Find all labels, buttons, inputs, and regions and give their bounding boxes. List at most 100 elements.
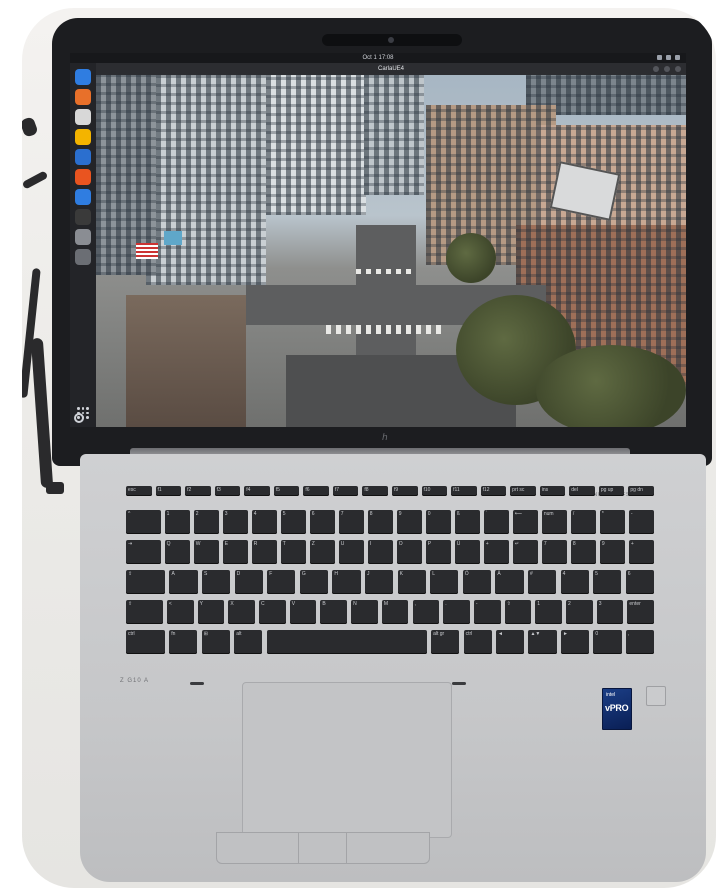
key[interactable]: f11	[451, 486, 477, 496]
key[interactable]: ctrl	[463, 630, 492, 654]
key[interactable]: 6	[625, 570, 654, 594]
key[interactable]: f7	[332, 486, 359, 496]
help-icon[interactable]	[75, 189, 91, 205]
touchpad-middle-button[interactable]	[298, 832, 348, 864]
key[interactable]: #	[527, 570, 557, 594]
touchpad[interactable]	[242, 682, 452, 838]
window-titlebar[interactable]: CarlaUE4	[96, 63, 686, 75]
key[interactable]: ,	[412, 600, 440, 624]
key[interactable]: A	[169, 570, 198, 594]
key[interactable]: 5	[593, 570, 622, 594]
key[interactable]: V	[289, 600, 317, 624]
simulator-window[interactable]: CarlaUE4	[96, 63, 686, 427]
key[interactable]: pg up	[598, 486, 625, 496]
key[interactable]: f3	[214, 486, 241, 496]
key[interactable]: J	[365, 570, 394, 594]
key[interactable]: 0	[425, 510, 451, 534]
city-scene[interactable]	[96, 75, 686, 427]
key[interactable]: alt	[234, 630, 263, 654]
key[interactable]: ►	[560, 630, 590, 654]
volume-icon[interactable]	[666, 55, 671, 60]
key[interactable]	[266, 630, 427, 654]
key[interactable]: 7	[541, 540, 567, 564]
trash-icon[interactable]	[75, 249, 91, 265]
key[interactable]: esc	[126, 486, 152, 496]
close-icon[interactable]	[675, 66, 681, 72]
key[interactable]: ⊞	[201, 630, 230, 654]
key[interactable]: F	[267, 570, 296, 594]
key[interactable]: 4	[251, 510, 277, 534]
key[interactable]: O	[396, 540, 422, 564]
maximize-icon[interactable]	[664, 66, 670, 72]
music-icon[interactable]	[75, 129, 91, 145]
key[interactable]: /	[570, 510, 596, 534]
key[interactable]: ,	[625, 630, 654, 654]
key[interactable]: del	[569, 486, 595, 496]
key[interactable]: 2	[566, 600, 593, 624]
key[interactable]: 5	[280, 510, 306, 534]
key[interactable]: fn	[169, 630, 198, 654]
system-tray[interactable]	[657, 55, 680, 60]
key[interactable]: prt sc	[510, 486, 536, 496]
key[interactable]: ◄	[496, 630, 525, 654]
key[interactable]: ⇪	[126, 570, 166, 594]
key[interactable]: 9	[599, 540, 625, 564]
key[interactable]: 8	[570, 540, 596, 564]
key[interactable]: I	[367, 540, 393, 564]
keyboard[interactable]: esc f1 f2 f3 f4 f5 f6 f7 f8 f9 f10 f11 f12 prt sc ins d…	[126, 486, 654, 668]
key[interactable]: Z	[309, 540, 335, 564]
key[interactable]: Ä	[495, 570, 524, 594]
key[interactable]: N	[351, 600, 378, 624]
key[interactable]: f5	[273, 486, 300, 496]
key[interactable]: ↵	[512, 540, 538, 564]
key[interactable]: X	[228, 600, 255, 624]
key[interactable]: f8	[362, 486, 389, 496]
key[interactable]: f6	[303, 486, 329, 496]
key[interactable]: 0	[593, 630, 622, 654]
key[interactable]: ctrl	[126, 630, 165, 654]
key[interactable]: *	[599, 510, 625, 534]
key[interactable]: f10	[421, 486, 448, 496]
key[interactable]: ^	[126, 510, 161, 534]
key[interactable]: E	[222, 540, 248, 564]
key[interactable]: f2	[185, 486, 211, 496]
key[interactable]: L	[430, 570, 459, 594]
key[interactable]: ⟵	[512, 510, 538, 534]
clock[interactable]: Oct 1 17:08	[70, 53, 686, 63]
key[interactable]: ⇧	[504, 600, 532, 624]
key[interactable]: B	[320, 600, 347, 624]
key[interactable]: K	[397, 570, 426, 594]
key[interactable]: num	[541, 510, 567, 534]
key[interactable]: R	[251, 540, 277, 564]
key[interactable]: Ü	[454, 540, 480, 564]
key[interactable]: +	[483, 540, 509, 564]
key[interactable]: .	[443, 600, 470, 624]
key[interactable]: G	[299, 570, 329, 594]
key[interactable]: S	[202, 570, 231, 594]
key[interactable]: +	[628, 540, 654, 564]
key[interactable]: 2	[193, 510, 219, 534]
key[interactable]: 3	[222, 510, 248, 534]
ubuntu-icon[interactable]	[75, 69, 91, 85]
key[interactable]: pg dn	[628, 486, 654, 496]
key[interactable]: D	[234, 570, 263, 594]
key[interactable]: ⇥	[126, 540, 161, 564]
key[interactable]: C	[259, 600, 286, 624]
key[interactable]: 1	[164, 510, 190, 534]
key[interactable]: <	[166, 600, 194, 624]
network-icon[interactable]	[657, 55, 662, 60]
key[interactable]: ⇧	[126, 600, 163, 624]
key[interactable]: 1	[535, 600, 562, 624]
battery-icon[interactable]	[675, 55, 680, 60]
key[interactable]: Y	[197, 600, 225, 624]
key[interactable]: H	[332, 570, 361, 594]
key[interactable]: Q	[164, 540, 190, 564]
key[interactable]: 6	[309, 510, 335, 534]
key[interactable]: ß	[454, 510, 480, 534]
key[interactable]: alt gr	[431, 630, 460, 654]
key[interactable]: 8	[367, 510, 393, 534]
settings-icon[interactable]	[75, 229, 91, 245]
files-icon[interactable]	[75, 149, 91, 165]
key[interactable]: f4	[244, 486, 270, 496]
touchpad-right-button[interactable]	[346, 832, 430, 864]
